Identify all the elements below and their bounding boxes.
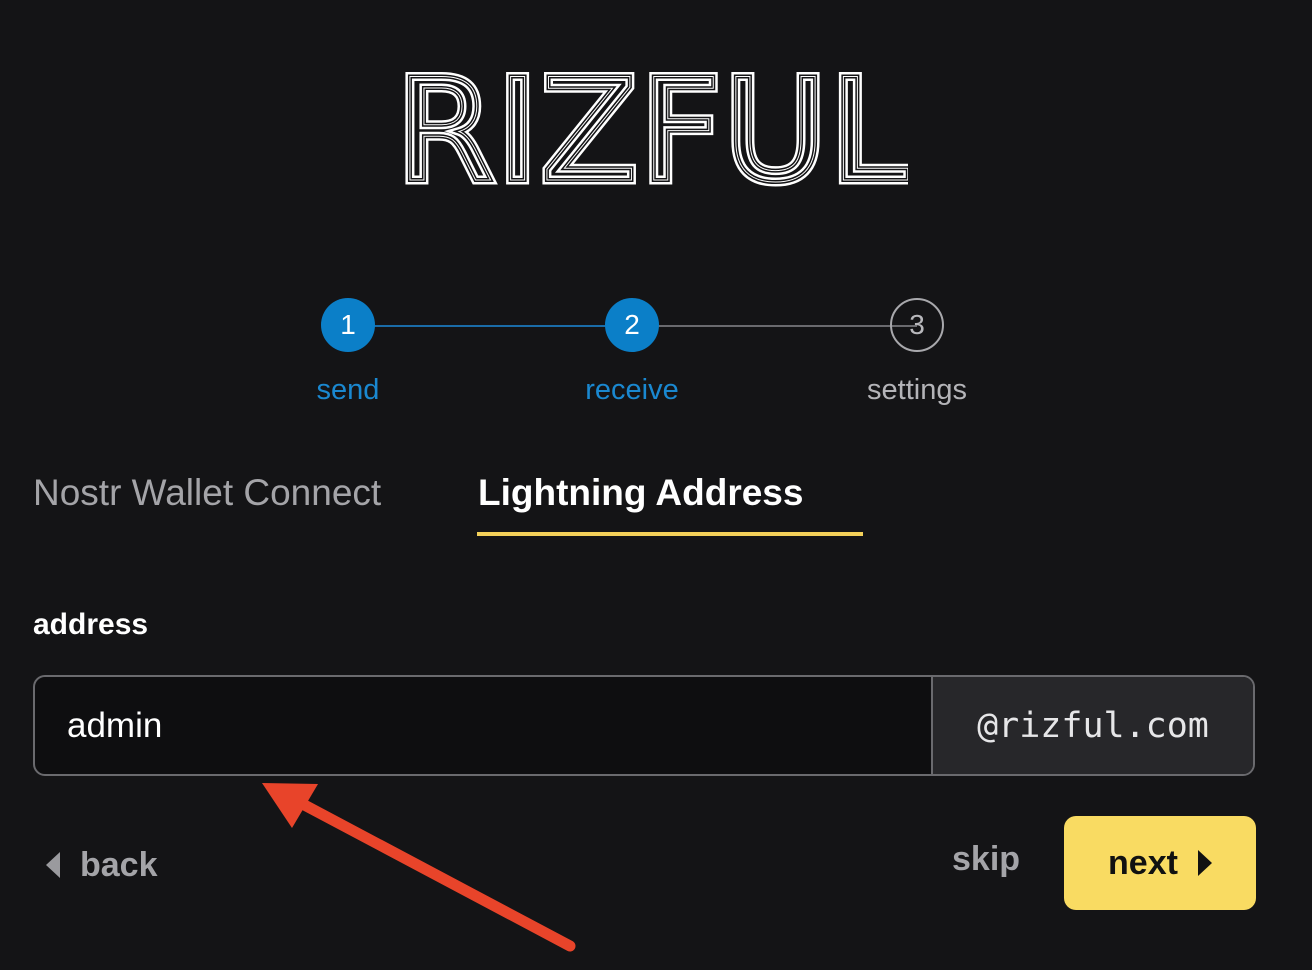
chevron-right-icon — [1197, 850, 1212, 876]
address-input[interactable] — [35, 677, 931, 774]
back-button-label: back — [80, 845, 158, 884]
active-tab-indicator — [477, 532, 863, 536]
address-label: address — [33, 608, 149, 641]
step-2-circle: 2 — [605, 298, 659, 352]
address-domain-suffix: @rizful.com — [931, 677, 1253, 774]
tab-lightning-address[interactable]: Lightning Address — [478, 472, 803, 514]
skip-button[interactable]: skip — [952, 840, 1020, 879]
next-button[interactable]: next — [1064, 816, 1256, 910]
step-connector-pending — [632, 325, 917, 327]
chevron-left-icon — [46, 852, 60, 878]
step-2-label: receive — [585, 374, 679, 406]
step-1-circle: 1 — [321, 298, 375, 352]
tab-nostr-wallet-connect[interactable]: Nostr Wallet Connect — [33, 472, 381, 514]
address-input-group: @rizful.com — [33, 675, 1255, 776]
next-button-label: next — [1108, 843, 1178, 882]
step-1-label: send — [316, 374, 380, 406]
step-connector-complete — [348, 325, 632, 327]
svg-text:RIZFUL: RIZFUL — [396, 64, 908, 188]
back-button[interactable]: back — [46, 835, 158, 895]
rizful-logo: RIZFUL RIZFUL RIZFUL — [392, 64, 908, 188]
step-3-label: settings — [867, 374, 967, 406]
step-3-circle: 3 — [890, 298, 944, 352]
